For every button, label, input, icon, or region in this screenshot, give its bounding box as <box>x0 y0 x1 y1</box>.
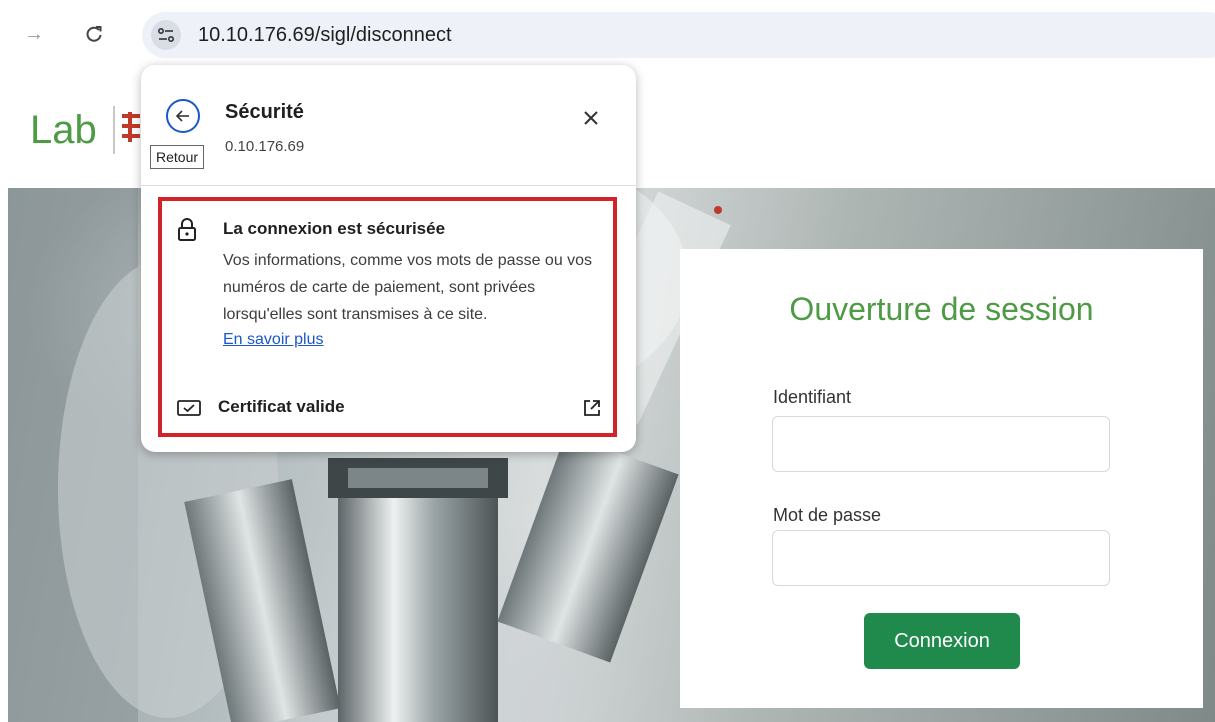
arrow-right-icon: → <box>24 22 44 45</box>
back-button[interactable] <box>166 99 200 133</box>
password-input[interactable] <box>772 530 1110 586</box>
login-button[interactable]: Connexion <box>864 613 1020 669</box>
certificate-icon <box>177 400 201 416</box>
url-text[interactable]: 10.10.176.69/sigl/disconnect <box>198 24 452 47</box>
reload-button[interactable] <box>80 20 108 48</box>
username-input[interactable] <box>772 416 1110 472</box>
lock-icon <box>178 218 196 241</box>
browser-toolbar: → 10.10.176.69/sigl/disconnect <box>0 0 1215 70</box>
close-icon <box>584 111 598 125</box>
password-label: Mot de passe <box>773 505 882 525</box>
username-label: Identifiant <box>773 387 852 407</box>
certificate-valid-item[interactable]: Certificat valide <box>218 397 345 417</box>
login-title: Ouverture de session <box>789 291 1094 327</box>
address-bar[interactable]: 10.10.176.69/sigl/disconnect <box>142 12 1215 58</box>
connection-status-title: La connexion est sécurisée <box>223 219 446 238</box>
arrow-left-icon <box>175 110 189 122</box>
logo-text: Lab <box>30 108 97 152</box>
close-button[interactable] <box>578 105 604 131</box>
tune-icon <box>157 27 175 43</box>
back-tooltip: Retour <box>150 145 205 169</box>
forward-button[interactable]: → <box>20 20 48 48</box>
connection-description: Vos informations, comme vos mots de pass… <box>223 252 593 323</box>
learn-more-link[interactable]: En savoir plus <box>223 331 324 349</box>
site-security-popup: Sécurité 0.10.176.69 Retour La connexion… <box>141 65 636 452</box>
site-info-button[interactable] <box>151 20 181 50</box>
reload-icon <box>86 26 102 42</box>
open-external-icon[interactable] <box>582 398 602 418</box>
popup-host: 0.10.176.69 <box>225 138 305 155</box>
logo-divider <box>113 106 115 154</box>
popup-divider <box>141 185 636 186</box>
login-card: Ouverture de session Identifiant Mot de … <box>680 249 1203 708</box>
popup-title: Sécurité <box>225 101 304 123</box>
